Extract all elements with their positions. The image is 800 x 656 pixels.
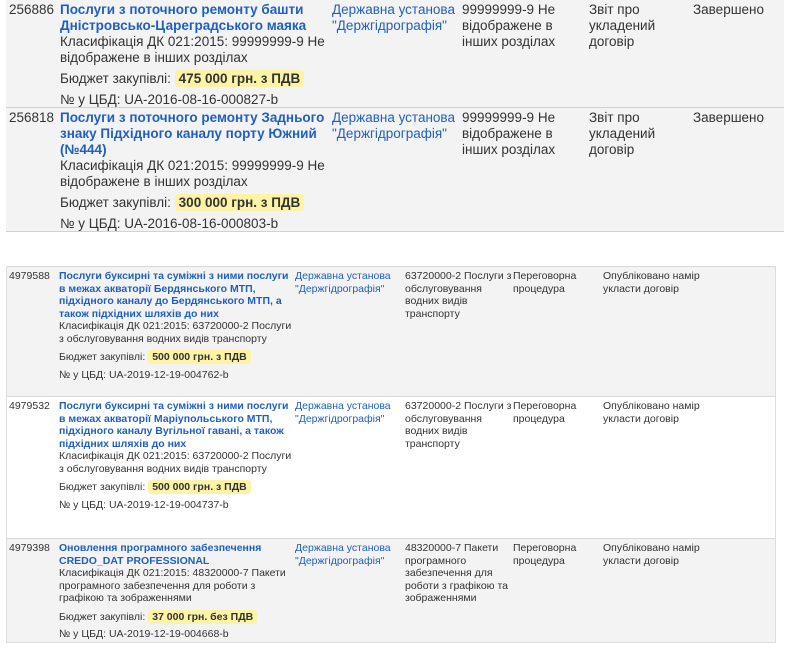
tender-cbd-number: № у ЦБД: UA-2016-08-16-000827-b	[60, 92, 279, 107]
organization-link[interactable]: Державна установа "Держгідрографія"	[295, 400, 405, 425]
tender-classification: Класифікація ДК 021:2015: 99999999-9 Не …	[60, 158, 325, 189]
budget-label: Бюджет закупівлі:	[59, 610, 146, 623]
tender-budget: Бюджет закупівлі: 475 000 грн. з ПДВ	[60, 70, 332, 87]
tender-id: 256818	[9, 110, 55, 125]
procedure-type: Переговорна процедура	[513, 270, 577, 295]
procedure-type: Звіт про укладений договір	[589, 110, 656, 157]
tender-status: Опубліковано намір укласти договір	[603, 542, 700, 567]
organization-link[interactable]: Державна установа "Держгідрографія"	[295, 542, 405, 567]
tender-main: Оновлення програмного забезпечення CREDO…	[59, 539, 295, 645]
tender-budget: Бюджет закупівлі: 300 000 грн. з ПДВ	[60, 194, 332, 211]
tender-status: Опубліковано намір укласти договір	[603, 270, 700, 295]
budget-amount: 37 000 грн. без ПДВ	[148, 609, 258, 624]
tender-title-link[interactable]: Оновлення програмного забезпечення CREDO…	[59, 542, 295, 567]
classification-short: 63720000-2 Послуги з обслуговування водн…	[405, 270, 512, 320]
tender-main: Послуги буксирні та суміжні з ними послу…	[59, 267, 295, 385]
tender-budget: Бюджет закупівлі: 37 000 грн. без ПДВ	[59, 609, 295, 624]
budget-label: Бюджет закупівлі:	[59, 481, 146, 493]
budget-amount: 300 000 грн. з ПДВ	[174, 194, 305, 211]
tender-classification: Класифікація ДК 021:2015: 63720000-2 Пос…	[59, 320, 292, 345]
procedure-type: Звіт про укладений договір	[589, 2, 656, 49]
budget-amount: 500 000 грн. з ПДВ	[148, 350, 251, 364]
tender-title-link[interactable]: Послуги буксирні та суміжні з ними послу…	[59, 400, 295, 450]
tender-title-link[interactable]: Послуги буксирні та суміжні з ними послу…	[59, 270, 295, 320]
budget-label: Бюджет закупівлі:	[59, 351, 146, 363]
tender-main: Послуги буксирні та суміжні з ними послу…	[59, 397, 295, 515]
organization-link[interactable]: Державна установа "Держгідрографія"	[295, 270, 405, 295]
tender-status: Опубліковано намір укласти договір	[603, 400, 700, 425]
tender-cbd-number: № у ЦБД: UA-2019-12-19-004668-b	[59, 628, 229, 640]
tender-status: Завершено	[693, 2, 765, 17]
tender-list-top: 256886 Послуги з поточного ремонту башти…	[6, 0, 784, 232]
tender-id: 4979588	[9, 270, 50, 282]
tender-cbd-number: № у ЦБД: UA-2019-12-19-004737-b	[59, 498, 229, 511]
tender-row: 256818 Послуги з поточного ремонту Заднь…	[6, 108, 784, 232]
tender-id: 4979398	[9, 542, 50, 554]
tender-title-link[interactable]: Послуги з поточного ремонту Заднього зна…	[60, 110, 332, 158]
budget-label: Бюджет закупівлі:	[60, 71, 171, 86]
tender-cbd-number: № у ЦБД: UA-2019-12-19-004762-b	[59, 368, 229, 381]
tender-id: 256886	[9, 2, 55, 17]
classification-short: 99999999-9 Не відображене в інших розділ…	[462, 2, 556, 49]
organization-link[interactable]: Державна установа "Держгідрографія"	[332, 2, 462, 34]
classification-short: 99999999-9 Не відображене в інших розділ…	[462, 110, 556, 157]
tender-budget: Бюджет закупівлі: 500 000 грн. з ПДВ	[59, 480, 295, 494]
tender-classification: Класифікація ДК 021:2015: 63720000-2 Пос…	[59, 450, 292, 475]
tender-id: 4979532	[9, 400, 50, 412]
tender-list-bottom: 4979588 Послуги буксирні та суміжні з ни…	[6, 266, 776, 643]
tender-status: Завершено	[693, 110, 765, 125]
procedure-type: Переговорна процедура	[513, 542, 577, 567]
tender-main: Послуги з поточного ремонту башти Дністр…	[60, 0, 332, 112]
organization-link[interactable]: Державна установа "Держгідрографія"	[332, 110, 462, 142]
tender-title-link[interactable]: Послуги з поточного ремонту башти Дністр…	[60, 2, 332, 34]
tender-row: 256886 Послуги з поточного ремонту башти…	[6, 0, 784, 108]
budget-amount: 475 000 грн. з ПДВ	[174, 70, 305, 87]
classification-short: 48320000-7 Пакети програмного забезпечен…	[405, 542, 508, 604]
tender-row: 4979588 Послуги буксирні та суміжні з ни…	[7, 266, 775, 396]
tender-row: 4979532 Послуги буксирні та суміжні з ни…	[7, 396, 775, 538]
tender-cbd-number: № у ЦБД: UA-2016-08-16-000803-b	[60, 216, 279, 231]
procedure-type: Переговорна процедура	[513, 400, 577, 425]
budget-amount: 500 000 грн. з ПДВ	[148, 480, 251, 494]
budget-label: Бюджет закупівлі:	[60, 195, 171, 210]
tender-main: Послуги з поточного ремонту Заднього зна…	[60, 108, 332, 236]
tender-row: 4979398 Оновлення програмного забезпечен…	[7, 538, 775, 642]
tender-classification: Класифікація ДК 021:2015: 48320000-7 Пак…	[59, 567, 286, 604]
classification-short: 63720000-2 Послуги з обслуговування водн…	[405, 400, 512, 450]
tender-budget: Бюджет закупівлі: 500 000 грн. з ПДВ	[59, 350, 295, 364]
tender-classification: Класифікація ДК 021:2015: 99999999-9 Не …	[60, 34, 325, 65]
